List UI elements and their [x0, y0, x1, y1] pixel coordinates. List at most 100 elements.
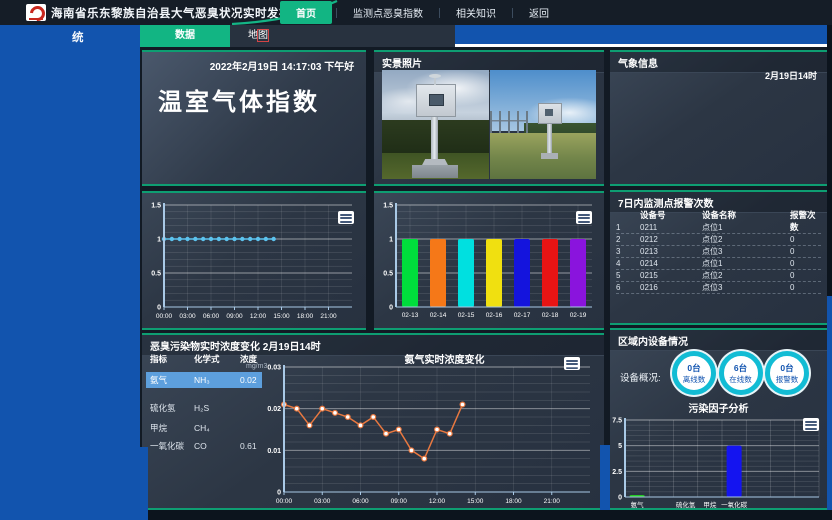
- odor-row-NH₃[interactable]: 氨气NH₃0.02: [146, 372, 262, 388]
- svg-text:1.5: 1.5: [383, 203, 393, 210]
- device-stat-2: 0台报警数: [765, 351, 809, 395]
- svg-text:00:00: 00:00: [156, 313, 173, 320]
- table-row[interactable]: 10211点位10: [616, 222, 821, 234]
- svg-text:09:00: 09:00: [391, 498, 408, 505]
- nav-item-2[interactable]: 相关知识: [444, 1, 508, 24]
- devices-panel-title: 区域内设备情况: [610, 330, 827, 351]
- weather-panel: 气象信息 2月19日14时: [610, 50, 827, 186]
- photo1-antenna: [434, 77, 436, 85]
- svg-text:0.02: 0.02: [267, 406, 281, 413]
- table-row[interactable]: 20212点位20: [616, 234, 821, 246]
- svg-text:甲烷: 甲烷: [703, 500, 717, 509]
- device-stat-0: 0台离线数: [672, 351, 716, 395]
- photo2-device-pole: [547, 122, 552, 154]
- svg-text:氨气: 氨气: [631, 500, 645, 509]
- svg-text:0.01: 0.01: [267, 448, 281, 455]
- svg-text:12:00: 12:00: [250, 313, 267, 320]
- tab-bar: 数据地图: [140, 25, 827, 47]
- device-stat-1: 6台在线数: [719, 351, 763, 395]
- table-row[interactable]: 40214点位10: [616, 258, 821, 270]
- photo2-device-screen: [545, 109, 553, 116]
- photos-row: [382, 70, 596, 179]
- svg-text:0.5: 0.5: [383, 271, 393, 278]
- alarm-table-rows: 10211点位1020212点位2030213点位3040214点位105021…: [616, 222, 821, 294]
- nav-item-1[interactable]: 监测点恶臭指数: [341, 1, 435, 24]
- svg-text:09:00: 09:00: [226, 313, 243, 320]
- chart-menu-icon[interactable]: [576, 211, 592, 224]
- odor-panel: 恶臭污染物实时浓度变化 2月19日14时 指标 化学式 浓度 mg/m3 氨气N…: [142, 333, 604, 510]
- tab-bar-filler: [455, 25, 827, 47]
- odor-col-formula: 化学式: [194, 353, 240, 365]
- nav-menu: 首页监测点恶臭指数相关知识返回: [276, 0, 565, 25]
- svg-text:一氧化碳: 一氧化碳: [721, 500, 748, 509]
- tab-1[interactable]: 地图: [230, 25, 455, 47]
- svg-text:15:00: 15:00: [467, 498, 484, 505]
- odor-col-indicator: 指标: [150, 353, 194, 365]
- bottom-blue-strip: [600, 445, 610, 510]
- right-blue-strip: [827, 296, 832, 510]
- svg-text:15:00: 15:00: [273, 313, 290, 320]
- odor-table-rows: 氨气NH₃0.02 硫化氢H₂S 甲烷CH₄ 一氧化碳CO0.61: [146, 372, 262, 454]
- alarm-panel: 7日内监测点报警次数 设备号设备名称报警次数 10211点位1020212点位2…: [610, 190, 827, 325]
- svg-text:21:00: 21:00: [544, 498, 561, 505]
- datetime-text: 2022年2月19日 14:17:03 下午好: [198, 58, 366, 73]
- weather-time: 2月19日14时: [765, 69, 817, 82]
- pollution-factor-title: 污染因子分析: [610, 400, 827, 415]
- svg-text:03:00: 03:00: [179, 313, 196, 320]
- odor-row-CO[interactable]: 一氧化碳CO0.61: [146, 438, 262, 454]
- greeting-panel: 2022年2月19日 14:17:03 下午好 温室气体指数: [142, 50, 366, 186]
- svg-text:硫化氢: 硫化氢: [676, 500, 696, 509]
- svg-text:02-14: 02-14: [430, 312, 447, 319]
- table-row[interactable]: 60216点位30: [616, 282, 821, 294]
- svg-text:0.03: 0.03: [267, 365, 281, 372]
- photos-panel: 实景照片: [374, 50, 604, 186]
- top-navbar: 海南省乐东黎族自治县大气恶臭状况实时发布系 首页监测点恶臭指数相关知识返回: [0, 0, 832, 25]
- devices-panel: 区域内设备情况 设备概况: 0台离线数6台在线数0台报警数 污染因子分析 02.…: [610, 328, 827, 510]
- nav-separator: [512, 8, 513, 18]
- greenhouse-chart-panel: 00.511.500:0003:0006:0009:0012:0015:0018…: [142, 191, 366, 330]
- table-row[interactable]: 30213点位30: [616, 246, 821, 258]
- table-row[interactable]: 50215点位20: [616, 270, 821, 282]
- logo-icon: [27, 3, 48, 24]
- photo1-pedestal: [412, 165, 458, 178]
- svg-text:1: 1: [157, 237, 161, 244]
- photo1-device-pole: [431, 114, 438, 162]
- logo-underline: [29, 18, 43, 20]
- svg-text:1.5: 1.5: [151, 203, 161, 210]
- photo2-device-base: [541, 153, 558, 159]
- ammonia-line-chart: 00.010.020.0300:0003:0006:0009:0012:0015…: [266, 359, 598, 509]
- svg-text:00:00: 00:00: [276, 498, 293, 505]
- odor-row-H₂S[interactable]: 硫化氢H₂S: [146, 400, 262, 416]
- sidebar-blue-notch: [140, 447, 148, 520]
- devices-overview-label: 设备概况:: [620, 370, 661, 384]
- svg-text:18:00: 18:00: [297, 313, 314, 320]
- greenhouse-line-chart: 00.511.500:0003:0006:0009:0012:0015:0018…: [144, 197, 362, 325]
- station-photo-2[interactable]: [490, 70, 597, 179]
- svg-text:7.5: 7.5: [612, 418, 622, 425]
- svg-text:02-19: 02-19: [570, 312, 587, 319]
- app-title-overflow: 统: [72, 29, 84, 45]
- nav-item-3[interactable]: 返回: [517, 1, 561, 24]
- tab-0[interactable]: 数据: [140, 25, 230, 47]
- svg-text:02-18: 02-18: [542, 312, 559, 319]
- svg-text:02-13: 02-13: [402, 312, 419, 319]
- nav-item-0[interactable]: 首页: [280, 1, 332, 24]
- svg-text:0: 0: [157, 305, 161, 312]
- chart-menu-icon[interactable]: [338, 211, 354, 224]
- svg-text:03:00: 03:00: [314, 498, 331, 505]
- left-sidebar: 统: [0, 25, 140, 520]
- daily-chart-panel: 00.511.502-1302-1402-1502-1602-1702-1802…: [374, 191, 604, 330]
- svg-text:0: 0: [277, 490, 281, 497]
- svg-text:21:00: 21:00: [320, 313, 337, 320]
- station-photo-1[interactable]: [382, 70, 489, 179]
- svg-text:0: 0: [618, 495, 622, 502]
- svg-text:5: 5: [618, 443, 622, 450]
- svg-text:02-16: 02-16: [486, 312, 503, 319]
- odor-unit-label: mg/m3: [246, 363, 267, 370]
- svg-text:02-17: 02-17: [514, 312, 531, 319]
- daily-bar-chart: 00.511.502-1302-1402-1502-1602-1702-1802…: [376, 197, 600, 325]
- svg-text:12:00: 12:00: [429, 498, 446, 505]
- odor-row-CH₄[interactable]: 甲烷CH₄: [146, 420, 262, 436]
- photo1-dome: [429, 74, 441, 78]
- svg-text:0: 0: [389, 305, 393, 312]
